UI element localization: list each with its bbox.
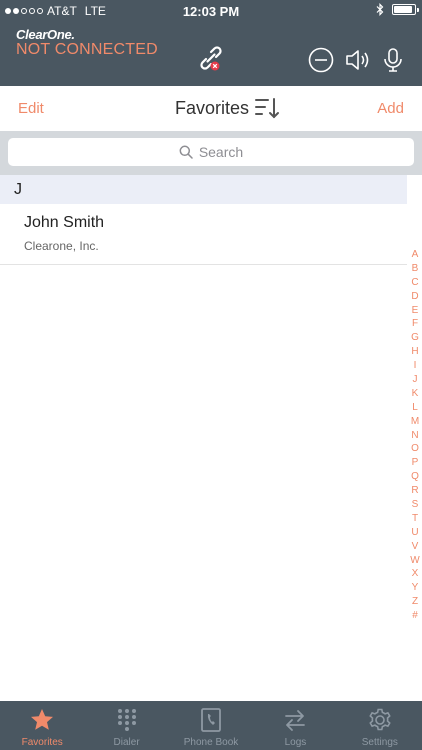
favorites-navbar: Edit Favorites Add [0,86,422,131]
tab-logs[interactable]: Logs [253,701,337,750]
status-bar: AT&T LTE 12:03 PM [0,0,422,22]
speaker-icon[interactable] [343,46,371,74]
add-button[interactable]: Add [377,100,404,117]
tab-dialer[interactable]: Dialer [84,701,168,750]
contact-row[interactable]: John Smith Clearone, Inc. [0,204,407,265]
search-input[interactable]: Search [8,138,414,166]
mute-minus-icon[interactable] [307,46,335,74]
microphone-icon[interactable] [379,46,407,74]
contact-company: Clearone, Inc. [24,239,99,253]
gear-icon [369,708,391,731]
tab-bar: Favorites Dialer Phone Book Logs Setting… [0,701,422,750]
tab-label-favorites: Favorites [21,737,63,748]
tab-favorites[interactable]: Favorites [0,701,84,750]
app-header: AT&T LTE 12:03 PM ClearOne. NOT CONNECTE… [0,0,422,86]
status-right [376,3,419,16]
keypad-icon [117,709,136,731]
edit-button[interactable]: Edit [18,100,44,117]
index-letter[interactable]: Q [408,470,422,484]
search-bar: Search [0,131,422,175]
index-letter[interactable]: J [408,373,422,387]
section-letter: J [14,181,22,198]
index-letter[interactable]: P [408,456,422,470]
bluetooth-icon [376,3,384,16]
tab-label-phone-book: Phone Book [183,737,239,748]
index-letter[interactable]: U [408,526,422,540]
star-icon [31,709,54,730]
index-letter[interactable]: R [408,484,422,498]
connection-status: NOT CONNECTED [16,41,158,58]
sort-icon[interactable] [254,96,280,120]
index-letter[interactable]: H [408,345,422,359]
index-letter[interactable]: E [408,304,422,318]
page-title: Favorites [175,98,250,118]
index-letter[interactable]: I [408,359,422,373]
brand-logo: ClearOne. [16,27,75,42]
index-letter[interactable]: A [408,248,422,262]
index-letter[interactable]: B [408,262,422,276]
index-letter[interactable]: D [408,290,422,304]
status-time: 12:03 PM [182,4,240,19]
alphabet-index[interactable]: A B C D E F G H I J K L M N O P Q R S T U V W X Y Z # [408,248,422,623]
tab-label-settings: Settings [361,737,398,748]
index-letter[interactable]: V [408,540,422,554]
index-letter[interactable]: M [408,415,422,429]
tab-label-dialer: Dialer [113,737,140,748]
tab-phone-book[interactable]: Phone Book [169,701,253,750]
index-letter[interactable]: L [408,401,422,415]
search-placeholder: Search [198,144,244,160]
index-letter[interactable]: Y [408,581,422,595]
phone-book-icon [201,708,221,732]
search-icon [179,145,193,159]
index-letter[interactable]: X [408,567,422,581]
tab-settings[interactable]: Settings [338,701,422,750]
index-letter[interactable]: Z [408,595,422,609]
swap-arrows-icon [285,710,306,731]
index-letter[interactable]: O [408,442,422,456]
index-letter[interactable]: W [408,554,422,568]
contact-name: John Smith [24,214,105,231]
index-letter[interactable]: G [408,331,422,345]
disconnected-link-icon[interactable] [197,44,225,72]
index-letter[interactable]: C [408,276,422,290]
index-letter[interactable]: N [408,429,422,443]
index-letter[interactable]: S [408,498,422,512]
tab-label-logs: Logs [284,737,307,748]
index-letter[interactable]: K [408,387,422,401]
battery-icon [392,4,419,15]
section-header-j: J [0,175,407,204]
index-letter[interactable]: F [408,317,422,331]
index-letter[interactable]: # [408,609,422,623]
index-letter[interactable]: T [408,512,422,526]
